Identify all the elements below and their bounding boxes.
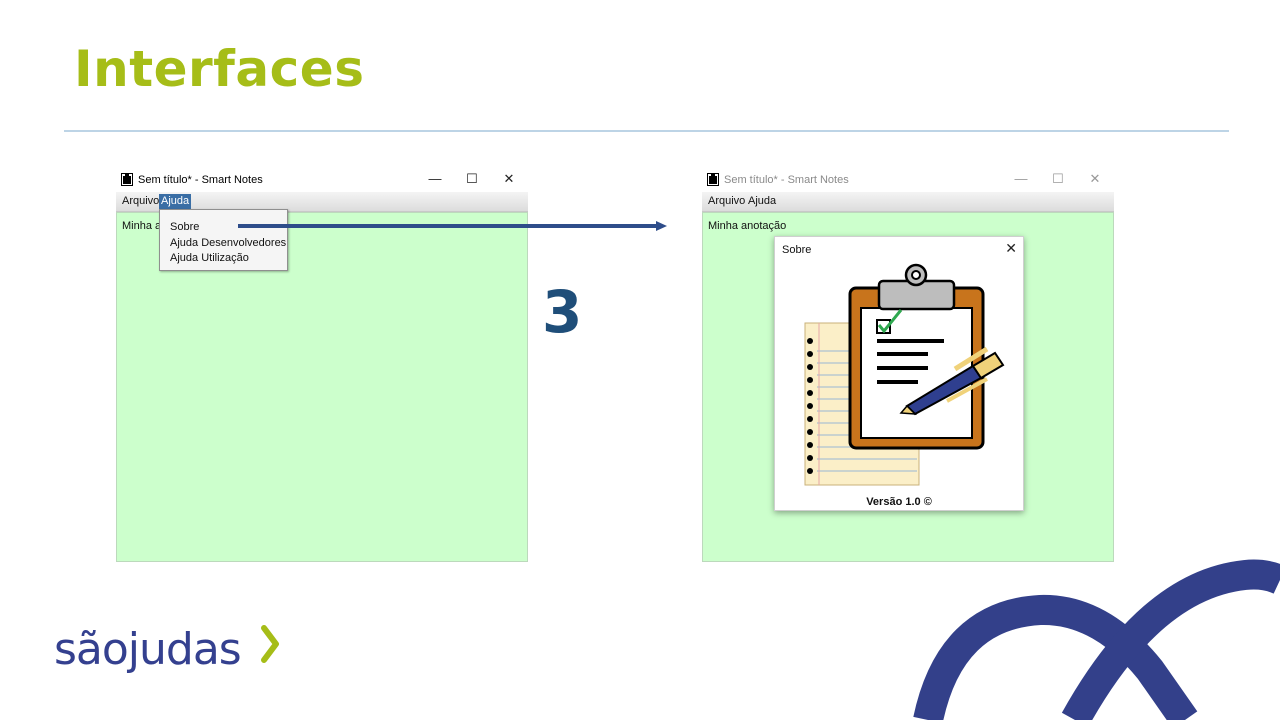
menu-item-ajuda-desenvolvedores[interactable]: Ajuda Desenvolvedores	[170, 237, 286, 249]
corner-x-decoration	[913, 559, 1280, 720]
notes-app-icon	[707, 173, 719, 186]
step-number: 3	[542, 278, 583, 346]
saojudas-logo: sãojudas	[54, 624, 242, 675]
chevron-right-icon	[261, 625, 279, 663]
about-dialog: Sobre ✕ Versão 1.0 ©	[774, 236, 1024, 511]
menu-item-sobre[interactable]: Sobre	[170, 221, 199, 233]
menu-arquivo[interactable]: Arquivo	[706, 194, 747, 209]
maximize-icon[interactable]: ☐	[457, 170, 487, 188]
menu-bar: Arquivo Ajuda	[702, 192, 1114, 212]
minimize-icon[interactable]: —	[1006, 170, 1036, 188]
version-label: Versão 1.0 ©	[866, 496, 932, 508]
minimize-icon[interactable]: —	[420, 170, 450, 188]
dialog-title: Sobre	[782, 244, 812, 256]
menu-ajuda[interactable]: Ajuda	[746, 194, 778, 209]
close-icon[interactable]: ✕	[494, 170, 524, 188]
menu-arquivo[interactable]: Arquivo	[120, 194, 161, 209]
note-text: Minha anotação	[708, 220, 787, 232]
window-title: Sem título* - Smart Notes	[724, 174, 849, 186]
ajuda-dropdown-menu: Sobre Ajuda Desenvolvedores Ajuda Utiliz…	[159, 209, 288, 271]
clipboard-illustration	[804, 263, 1005, 486]
title-bar[interactable]: Sem título* - Smart Notes — ☐ ✕	[702, 167, 1114, 191]
title-divider	[64, 130, 1229, 132]
title-bar[interactable]: Sem título* - Smart Notes — ☐ ✕	[116, 167, 528, 191]
menu-item-ajuda-utilizacao[interactable]: Ajuda Utilização	[170, 252, 249, 264]
close-icon[interactable]: ✕	[1005, 240, 1017, 257]
maximize-icon[interactable]: ☐	[1043, 170, 1073, 188]
close-icon[interactable]: ✕	[1080, 170, 1110, 188]
menu-ajuda[interactable]: Ajuda	[159, 194, 192, 209]
notes-app-icon	[121, 173, 133, 186]
slide-title: Interfaces	[74, 40, 365, 98]
window-title: Sem título* - Smart Notes	[138, 174, 263, 186]
